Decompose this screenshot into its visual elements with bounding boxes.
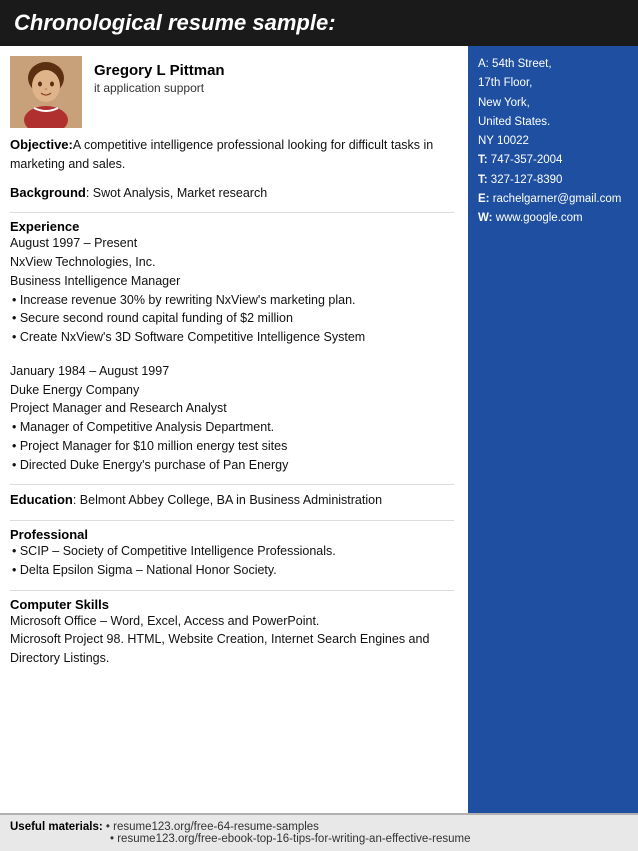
computer-skills-section: Computer Skills Microsoft Office – Word,… [10,597,454,668]
title-bar: Chronological resume sample: [0,0,638,46]
job1-dates: August 1997 – Present [10,234,454,253]
professional-bullet1: • SCIP – Society of Competitive Intellig… [10,542,454,561]
person-name: Gregory L Pittman [94,62,225,79]
professional-section: Professional • SCIP – Society of Competi… [10,527,454,580]
objective-label: Objective: [10,137,73,152]
web-row: W: www.google.com [478,210,628,227]
job2-bullet3: • Directed Duke Energy's purchase of Pan… [10,456,454,475]
job2-bullet2: • Project Manager for $10 million energy… [10,437,454,456]
divider1 [10,212,454,213]
computer-skills-label: Computer Skills [10,597,454,612]
phone1-label: T: [478,154,488,166]
professional-label: Professional [10,527,454,542]
job2-role: Project Manager and Research Analyst [10,399,454,418]
computer-skills-line2: Microsoft Project 98. HTML, Website Crea… [10,630,454,668]
address-line3: New York, [478,95,628,112]
contact-sidebar: A: 54th Street, 17th Floor, New York, Un… [468,46,638,813]
job2-dates: January 1984 – August 1997 [10,362,454,381]
experience-label: Experience [10,219,454,234]
job1-bullet2: • Secure second round capital funding of… [10,309,454,328]
background-section: Background: Swot Analysis, Market resear… [10,184,454,203]
page-title: Chronological resume sample: [14,10,336,35]
job2: January 1984 – August 1997 Duke Energy C… [10,362,454,475]
email-row: E: rachelgarner@gmail.com [478,191,628,208]
address-line1: A: 54th Street, [478,56,628,73]
background-label: Background [10,185,86,200]
avatar [10,56,82,128]
phone2-row: T: 327-127-8390 [478,172,628,189]
address-line5: NY 10022 [478,133,628,150]
page: Chronological resume sample: [0,0,638,851]
education-label: Education [10,492,73,507]
background-text: : Swot Analysis, Market research [86,186,267,200]
footer-useful-label: Useful materials: [10,821,103,833]
job1-company: NxView Technologies, Inc. [10,253,454,272]
address-line2: 17th Floor, [478,75,628,92]
divider4 [10,590,454,591]
footer-link1[interactable]: • resume123.org/free-64-resume-samples [106,821,319,833]
job1: August 1997 – Present NxView Technologie… [10,234,454,347]
objective-text: A competitive intelligence professional … [10,138,433,171]
education-section: Education: Belmont Abbey College, BA in … [10,491,454,510]
email-value: rachelgarner@gmail.com [493,193,622,205]
name-title-block: Gregory L Pittman it application support [94,56,225,95]
header-row: Gregory L Pittman it application support [10,56,454,128]
email-label: E: [478,193,490,205]
web-label: W: [478,212,492,224]
resume-left: Gregory L Pittman it application support… [0,46,468,813]
education-text: : Belmont Abbey College, BA in Business … [73,493,382,507]
professional-bullet2: • Delta Epsilon Sigma – National Honor S… [10,561,454,580]
address-line4: United States. [478,114,628,131]
phone1-value: 747-357-2004 [491,154,563,166]
person-job-title: it application support [94,81,225,95]
footer-bar: Useful materials: • resume123.org/free-6… [0,813,638,851]
job1-bullet1: • Increase revenue 30% by rewriting NxVi… [10,291,454,310]
job1-bullet3: • Create NxView's 3D Software Competitiv… [10,328,454,347]
objective-section: Objective:A competitive intelligence pro… [10,136,454,174]
main-content: Gregory L Pittman it application support… [0,46,638,813]
phone2-value: 327-127-8390 [491,174,563,186]
job2-company: Duke Energy Company [10,381,454,400]
divider3 [10,520,454,521]
experience-section: Experience August 1997 – Present NxView … [10,219,454,474]
footer-link2[interactable]: • resume123.org/free-ebook-top-16-tips-f… [10,833,470,845]
divider2 [10,484,454,485]
phone2-label: T: [478,174,488,186]
phone1-row: T: 747-357-2004 [478,152,628,169]
web-value: www.google.com [496,212,583,224]
job2-bullet1: • Manager of Competitive Analysis Depart… [10,418,454,437]
computer-skills-line1: Microsoft Office – Word, Excel, Access a… [10,612,454,631]
job1-role: Business Intelligence Manager [10,272,454,291]
